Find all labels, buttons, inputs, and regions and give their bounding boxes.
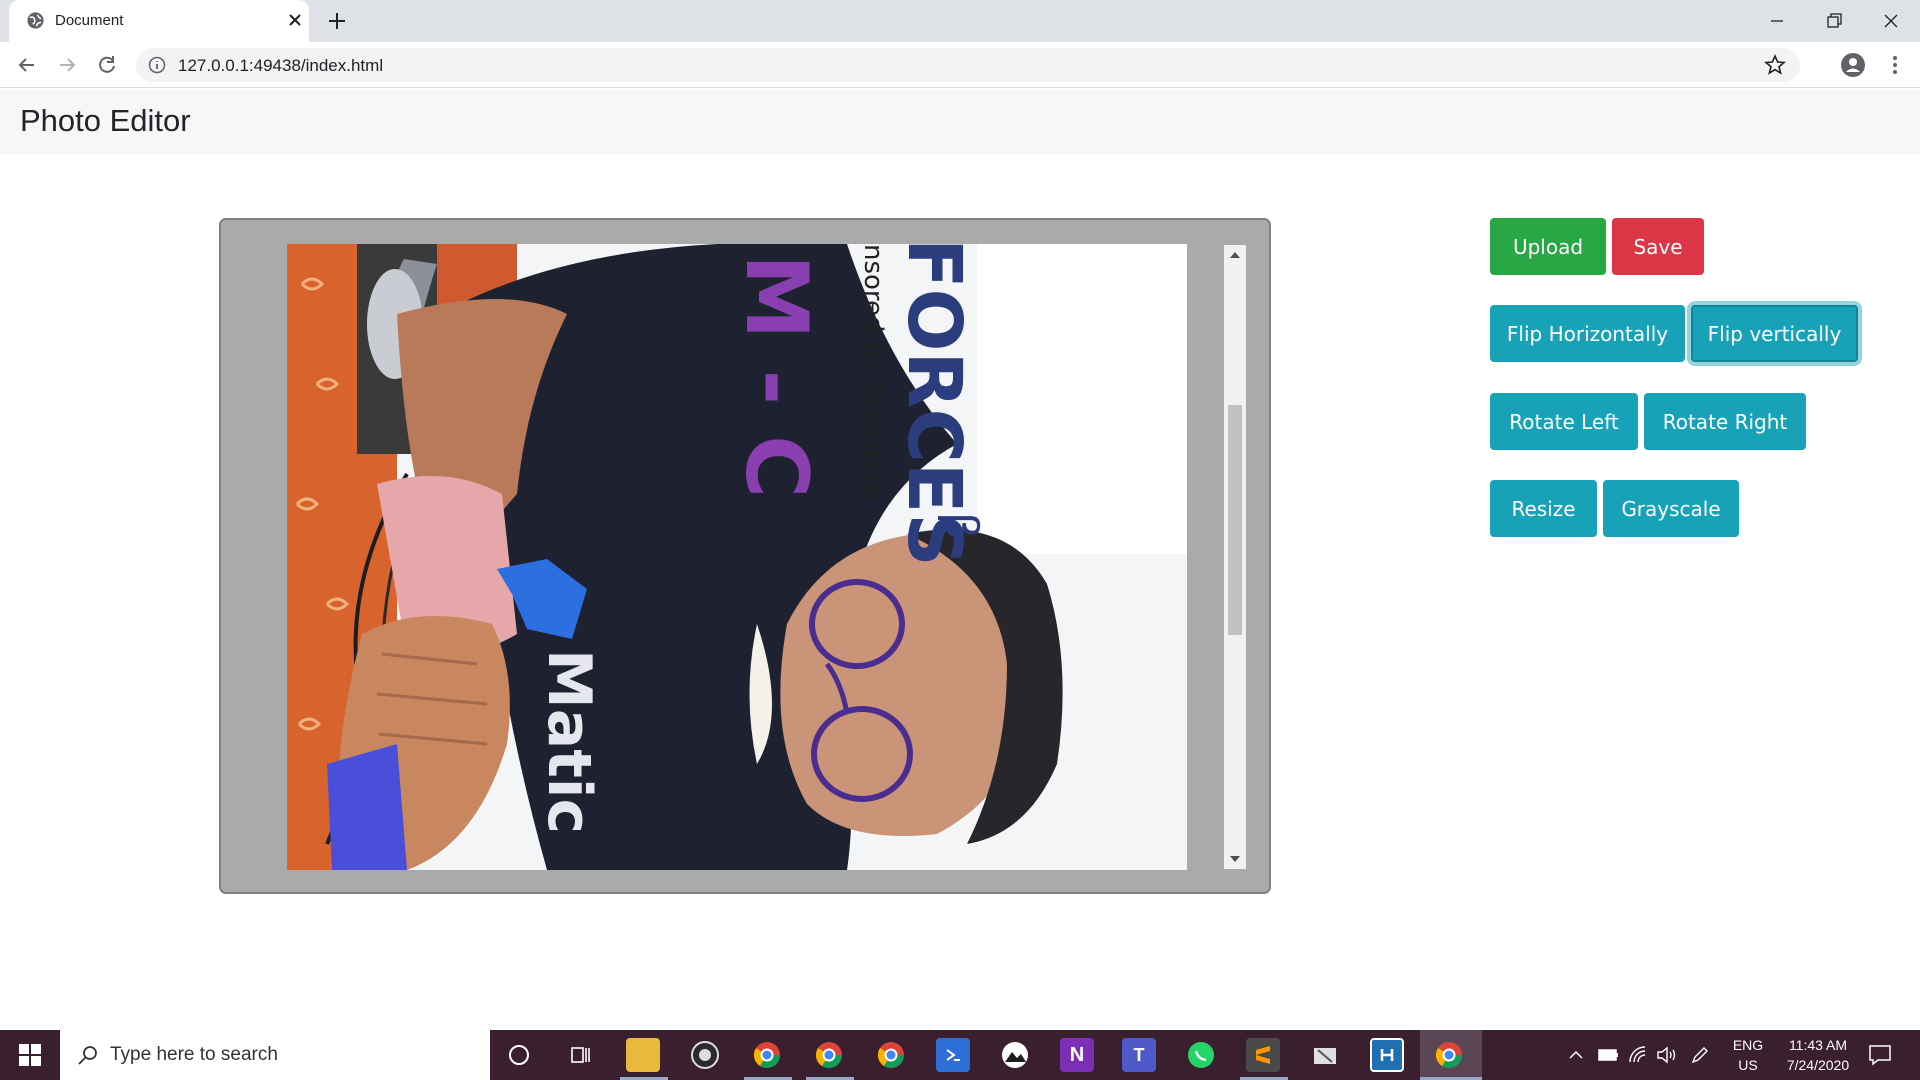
upload-button[interactable]: Upload — [1490, 218, 1606, 275]
windows-logo-icon — [19, 1044, 41, 1066]
wifi-icon[interactable] — [1628, 1045, 1648, 1065]
photo-text-sponsor: nsored by Telegram — [858, 244, 888, 500]
battery-icon[interactable] — [1598, 1047, 1620, 1063]
photos-icon[interactable] — [998, 1038, 1032, 1072]
browser-address-bar: 127.0.0.1:49438/index.html — [0, 42, 1920, 88]
restore-icon[interactable] — [1819, 6, 1849, 36]
clock-date[interactable]: 7/24/2020 — [1776, 1057, 1860, 1073]
profile-avatar-icon[interactable] — [1839, 51, 1867, 79]
canvas-scrollbar[interactable] — [1224, 245, 1246, 869]
chevron-up-icon[interactable] — [1568, 1047, 1584, 1063]
photo-text-beta: β — [936, 512, 987, 540]
globe-icon — [27, 12, 44, 29]
onenote-icon[interactable]: N — [1060, 1038, 1094, 1072]
cortana-icon[interactable] — [502, 1038, 536, 1072]
sublime-text-icon[interactable] — [1246, 1038, 1280, 1072]
clock-time[interactable]: 11:43 AM — [1776, 1037, 1860, 1053]
back-arrow-icon[interactable] — [14, 52, 40, 78]
navbar: Photo Editor — [0, 89, 1920, 155]
chrome-icon[interactable] — [1432, 1038, 1466, 1072]
url-input[interactable]: 127.0.0.1:49438/index.html — [136, 48, 1800, 82]
search-icon — [78, 1046, 97, 1065]
edited-photo: Matic M - C FORCES β nsored by Telegram — [287, 244, 1187, 870]
file-explorer-icon[interactable] — [626, 1038, 660, 1072]
photo-text-mc: M - C — [726, 254, 826, 498]
close-tab-icon[interactable] — [284, 9, 306, 31]
save-button[interactable]: Save — [1612, 218, 1704, 275]
kebab-menu-icon[interactable] — [1882, 52, 1908, 78]
rotate-right-button[interactable]: Rotate Right — [1644, 393, 1806, 450]
pen-icon[interactable] — [1690, 1045, 1710, 1065]
teams-icon[interactable]: T — [1122, 1038, 1156, 1072]
browser-tab-bar: Document — [0, 0, 1920, 42]
new-tab-icon[interactable] — [325, 9, 349, 33]
tab-title: Document — [55, 12, 124, 29]
rotate-left-button[interactable]: Rotate Left — [1490, 393, 1638, 450]
scroll-thumb[interactable] — [1228, 405, 1242, 635]
reload-icon[interactable] — [94, 52, 120, 78]
start-button[interactable] — [0, 1030, 60, 1080]
info-icon[interactable] — [148, 56, 166, 74]
resize-button[interactable]: Resize — [1490, 480, 1597, 537]
obs-icon[interactable] — [688, 1038, 722, 1072]
taskbar-search-input[interactable]: Type here to search — [60, 1030, 490, 1080]
photo-canvas[interactable]: Matic M - C FORCES β nsored by Telegram — [287, 244, 1187, 870]
volume-icon[interactable] — [1656, 1045, 1678, 1065]
language-top[interactable]: ENG — [1728, 1037, 1768, 1053]
chrome-profile-icon[interactable] — [874, 1038, 908, 1072]
snipping-tool-icon[interactable] — [1308, 1038, 1342, 1072]
flip-horizontally-button[interactable]: Flip Horizontally — [1490, 305, 1685, 362]
task-view-icon[interactable] — [564, 1038, 598, 1072]
grayscale-button[interactable]: Grayscale — [1603, 480, 1739, 537]
url-text: 127.0.0.1:49438/index.html — [178, 56, 384, 75]
language-bottom[interactable]: US — [1728, 1057, 1768, 1073]
windows-taskbar: Type here to search N T ENG US 11:43 AM … — [0, 1030, 1920, 1080]
taskbar-search-placeholder: Type here to search — [110, 1044, 278, 1065]
powershell-icon[interactable] — [936, 1038, 970, 1072]
minimize-icon[interactable] — [1762, 6, 1792, 36]
chrome-profile-icon[interactable] — [812, 1038, 846, 1072]
app-icon[interactable] — [1370, 1038, 1404, 1072]
close-window-icon[interactable] — [1876, 6, 1906, 36]
browser-tab[interactable]: Document — [9, 0, 309, 42]
scroll-up-arrow-icon[interactable] — [1230, 252, 1240, 258]
editor-frame: Matic M - C FORCES β nsored by Telegram — [219, 218, 1271, 894]
flip-vertically-button[interactable]: Flip vertically — [1691, 305, 1858, 362]
scroll-down-arrow-icon[interactable] — [1230, 856, 1240, 862]
photo-text-matic: Matic — [534, 649, 604, 834]
whatsapp-icon[interactable] — [1184, 1038, 1218, 1072]
bookmark-star-icon[interactable] — [1764, 54, 1786, 76]
forward-arrow-icon[interactable] — [54, 52, 80, 78]
page-title: Photo Editor — [20, 103, 191, 138]
chrome-profile-icon[interactable] — [750, 1038, 784, 1072]
notification-icon[interactable] — [1868, 1044, 1892, 1066]
